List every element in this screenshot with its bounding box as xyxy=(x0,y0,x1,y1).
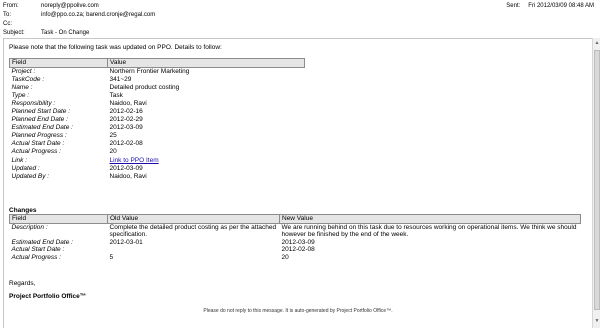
field-label: TaskCode : xyxy=(11,75,45,83)
field-label: Estimated End Date : xyxy=(11,238,73,246)
field-label: Actual Start Date : xyxy=(11,140,65,148)
field-label: Type : xyxy=(11,91,30,99)
ppo-item-link-cell: Link to PPO Item xyxy=(108,157,305,165)
table-row: Type : Task xyxy=(10,92,305,100)
new-value: 20 xyxy=(281,253,289,261)
from-label: From: xyxy=(3,3,19,9)
field-value: Naidoo, Ravi xyxy=(109,99,147,107)
table-row: Link : Link to PPO Item xyxy=(10,157,305,165)
column-header-field: Field xyxy=(9,58,108,68)
field-value: Naidoo, Ravi xyxy=(109,172,147,180)
old-value: Complete the detailed product costing as… xyxy=(109,224,277,239)
table-row: Actual Progress : 20 xyxy=(10,148,305,156)
table-row: TaskCode : 341~29 xyxy=(10,76,305,84)
table-row: Responsibility : Naidoo, Ravi xyxy=(10,100,305,108)
field-value: Detailed product costing xyxy=(109,83,180,91)
field-value: 2012-02-08 xyxy=(109,140,143,148)
field-label: Planned End Date : xyxy=(11,116,68,124)
task-details-table: Field Value Project : Northern Frontier M… xyxy=(9,58,305,181)
subject-value: Task - On Change xyxy=(41,30,90,36)
cc-label: Cc: xyxy=(3,21,12,27)
cc-row: Cc: xyxy=(3,20,41,28)
table-header-row: Field Old Value New Value xyxy=(9,214,581,224)
subject-row: Subject: Task - On Change xyxy=(3,29,89,37)
sent-value: Fri 2012/03/09 08:48 AM xyxy=(528,3,594,9)
field-value: 341~29 xyxy=(109,75,132,83)
table-row: Updated : 2012-03-09 xyxy=(10,165,305,173)
field-label: Name : xyxy=(11,83,33,91)
field-label: Link : xyxy=(11,156,28,164)
field-value: 2012-02-16 xyxy=(109,107,143,115)
old-value xyxy=(108,246,280,253)
old-value: 2012-03-01 xyxy=(109,238,143,246)
footer-disclaimer: Please do not reply to this message. It … xyxy=(203,308,393,314)
field-value: 2012-02-29 xyxy=(109,116,143,124)
old-value: 5 xyxy=(109,253,114,261)
new-value: 2012-02-08 xyxy=(281,246,315,254)
regards-text: Regards, xyxy=(9,280,36,287)
field-label: Planned Progress : xyxy=(11,132,67,140)
field-value: 20 xyxy=(109,148,117,156)
signature-text: Project Portfolio Office™ xyxy=(9,293,87,300)
to-label: To: xyxy=(3,12,12,18)
field-label: Actual Start Date : xyxy=(11,246,65,254)
table-row: Actual Progress : 5 20 xyxy=(10,254,581,261)
new-value: We are running behind on this task due t… xyxy=(281,224,577,239)
table-row: Description : Complete the detailed prod… xyxy=(10,224,581,239)
table-row: Project : Northern Frontier Marketing xyxy=(10,68,305,76)
field-label: Updated By : xyxy=(11,172,50,180)
from-value[interactable]: noreply@ppolive.com xyxy=(41,2,99,10)
field-label: Planned Start Date : xyxy=(11,107,71,115)
scrollbar-thumb[interactable] xyxy=(594,50,600,310)
table-row: Actual Start Date : 2012-02-08 xyxy=(10,140,305,148)
table-row: Actual Start Date : 2012-02-08 xyxy=(10,246,581,253)
from-row: From: noreply@ppolive.com xyxy=(3,2,99,10)
to-row: To: info@ppo.co.za; barend.cronje@regal.c… xyxy=(3,11,155,19)
table-row: Planned End Date : 2012-02-29 xyxy=(10,116,305,124)
chevron-down-icon[interactable]: ▼ xyxy=(594,318,600,324)
sent-info: Sent: Fri 2012/03/09 08:48 AM xyxy=(506,2,594,10)
sent-label: Sent: xyxy=(506,3,521,9)
field-label: Actual Progress : xyxy=(11,148,62,156)
field-value: 2012-03-09 xyxy=(109,164,143,172)
table-row: Estimated End Date : 2012-03-09 xyxy=(10,124,305,132)
vertical-scrollbar[interactable]: ▲ ▼ xyxy=(592,38,600,328)
table-row: Name : Detailed product costing xyxy=(10,84,305,92)
field-value: 2012-03-09 xyxy=(109,124,143,132)
field-value: 25 xyxy=(109,132,117,140)
chevron-up-icon[interactable]: ▲ xyxy=(594,40,600,46)
to-value[interactable]: info@ppo.co.za; barend.cronje@regal.com xyxy=(41,11,155,19)
table-header-row: Field Value xyxy=(9,58,305,68)
table-row: Estimated End Date : 2012-03-01 2012-03-… xyxy=(10,239,581,246)
field-label: Description : xyxy=(11,224,48,231)
changes-table: Field Old Value New Value Description : … xyxy=(9,214,581,261)
column-header-value: Value xyxy=(107,58,305,68)
ppo-item-link[interactable]: Link to PPO Item xyxy=(110,157,159,164)
subject-label: Subject: xyxy=(3,30,25,36)
field-label: Actual Progress : xyxy=(11,253,62,261)
field-label: Responsibility : xyxy=(11,99,56,107)
field-value: Northern Frontier Marketing xyxy=(109,68,190,75)
column-header-old-value: Old Value xyxy=(107,214,280,224)
email-header: From: noreply@ppolive.com To: info@ppo.co.… xyxy=(0,0,600,38)
table-row: Planned Start Date : 2012-02-16 xyxy=(10,108,305,116)
intro-text: Please note that the following task was … xyxy=(9,44,222,51)
field-label: Estimated End Date : xyxy=(11,124,73,132)
table-row: Planned Progress : 25 xyxy=(10,132,305,140)
new-value: 2012-03-09 xyxy=(281,238,315,246)
column-header-field: Field xyxy=(9,214,108,224)
field-label: Project : xyxy=(11,68,36,75)
field-value: Task xyxy=(109,91,123,99)
column-header-new-value: New Value xyxy=(279,214,581,224)
table-row: Updated By : Naidoo, Ravi xyxy=(10,173,305,181)
field-label: Updated : xyxy=(11,164,40,172)
